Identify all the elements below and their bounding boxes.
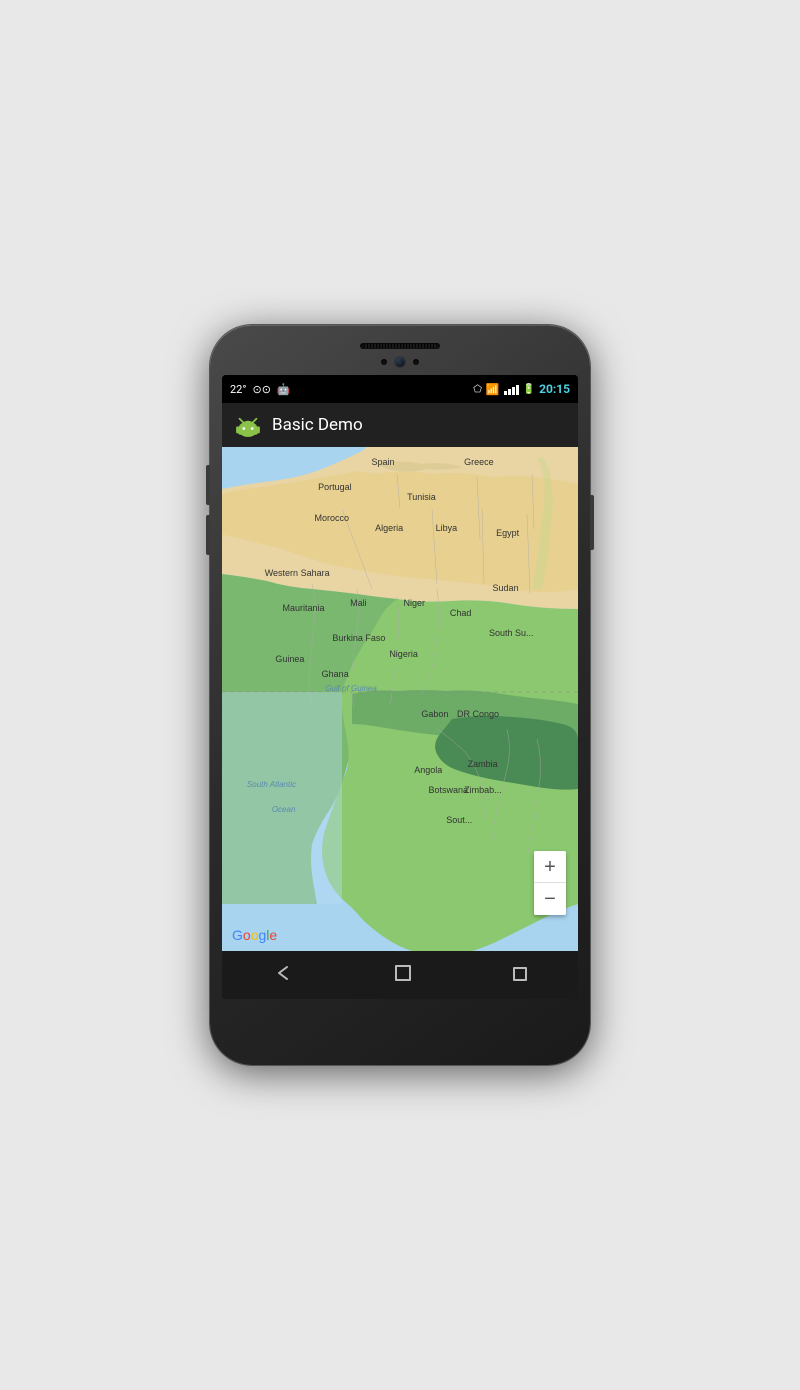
power-button[interactable] (590, 495, 594, 550)
voicemail-icon: ⊙⊙ (252, 383, 270, 396)
map-svg (222, 447, 578, 951)
top-sensors (222, 357, 578, 367)
phone-device: 22° ⊙⊙ 🤖 ⬠ 📶 🔋 20:15 (210, 325, 590, 1065)
home-button[interactable] (387, 957, 419, 994)
android-face-icon: 🤖 (277, 383, 291, 396)
volume-down-button[interactable] (206, 515, 210, 555)
back-button[interactable] (265, 955, 301, 996)
google-logo: Google (232, 927, 277, 943)
status-right: ⬠ 📶 🔋 20:15 (473, 382, 570, 396)
map-container[interactable]: Spain Greece Portugal Tunisia Morocco Al… (222, 447, 578, 951)
app-title: Basic Demo (272, 415, 363, 435)
status-bar: 22° ⊙⊙ 🤖 ⬠ 📶 🔋 20:15 (222, 375, 578, 403)
status-left: 22° ⊙⊙ 🤖 (230, 383, 291, 396)
nav-bar (222, 951, 578, 999)
bluetooth-icon: ⬠ (473, 384, 482, 395)
recent-apps-button[interactable] (505, 957, 535, 994)
time-display: 20:15 (539, 382, 570, 396)
zoom-controls[interactable]: + − (534, 851, 566, 915)
battery-icon: 🔋 (523, 384, 535, 395)
app-bar: Basic Demo (222, 403, 578, 447)
front-camera (395, 357, 405, 367)
temperature-display: 22° (230, 383, 246, 396)
recent-apps-icon (513, 967, 527, 981)
zoom-in-button[interactable]: + (534, 851, 566, 883)
wifi-icon: 📶 (486, 383, 500, 396)
signal-bars (504, 383, 519, 395)
home-icon (395, 965, 411, 981)
speaker-grille (360, 343, 440, 349)
sensor-dot (381, 359, 387, 365)
android-logo-icon (234, 411, 262, 439)
volume-up-button[interactable] (206, 465, 210, 505)
phone-screen: 22° ⊙⊙ 🤖 ⬠ 📶 🔋 20:15 (222, 375, 578, 999)
sensor-dot2 (413, 359, 419, 365)
zoom-out-button[interactable]: − (534, 883, 566, 915)
